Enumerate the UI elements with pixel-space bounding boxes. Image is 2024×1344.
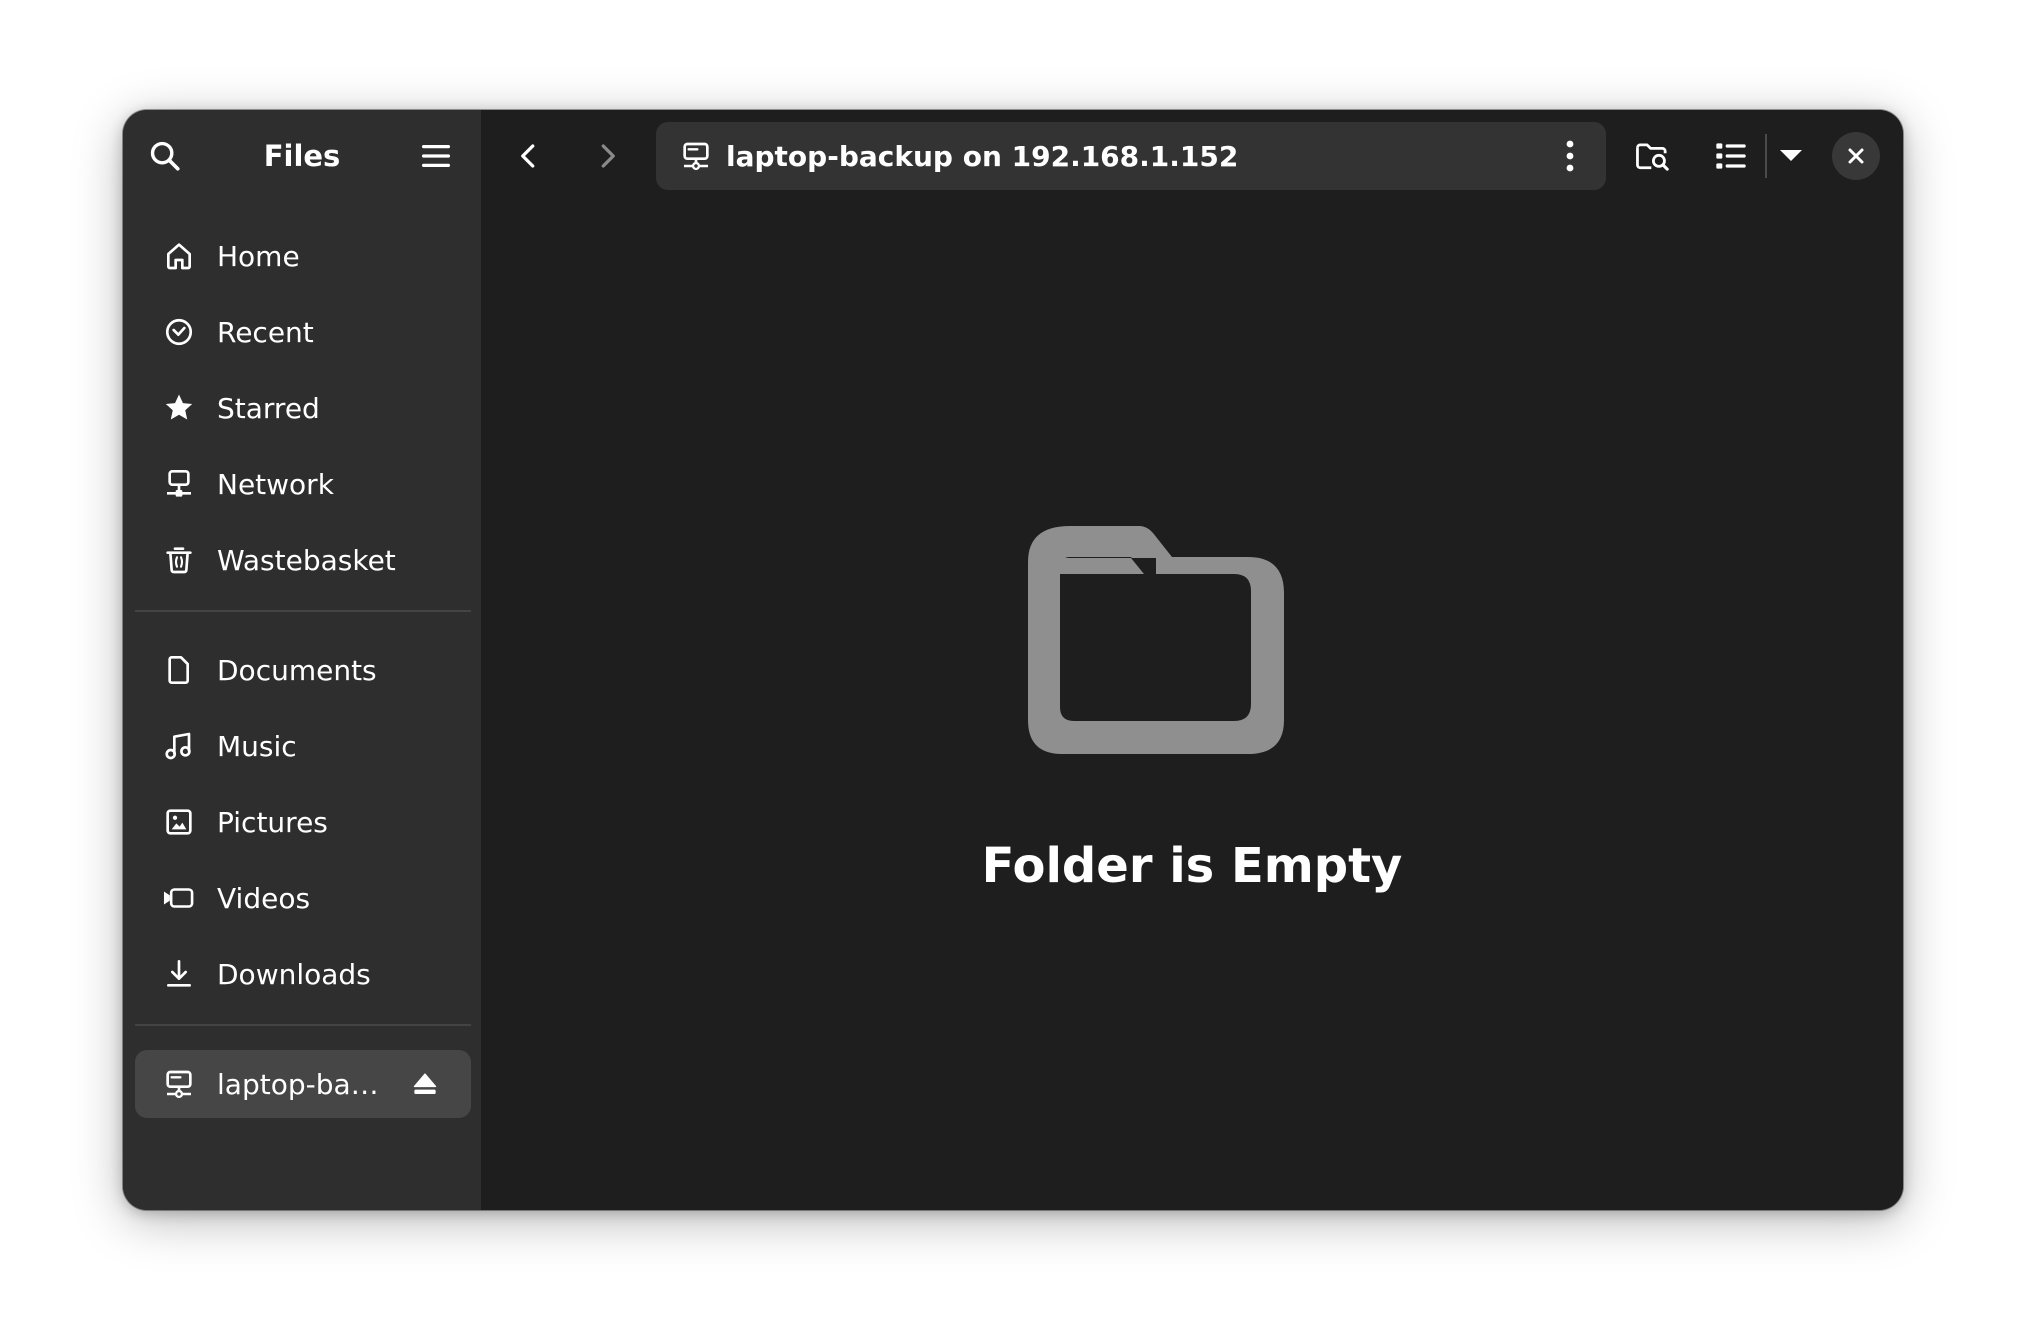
sidebar-item-label: Wastebasket	[217, 543, 396, 577]
download-icon	[161, 956, 197, 992]
sidebar-item-label: Documents	[217, 653, 377, 687]
document-icon	[161, 652, 197, 688]
network-icon	[161, 466, 197, 502]
sidebar-separator	[135, 1024, 471, 1026]
sidebar-item-home[interactable]: Home	[135, 222, 471, 290]
star-icon	[161, 390, 197, 426]
sidebar-item-label: laptop-ba…	[217, 1067, 379, 1101]
sidebar-item-label: Network	[217, 467, 334, 501]
picture-icon	[161, 804, 197, 840]
sidebar-item-label: Videos	[217, 881, 311, 915]
home-icon	[161, 238, 197, 274]
sidebar-item-label: Music	[217, 729, 297, 763]
network-server-icon	[161, 1066, 197, 1102]
sidebar-item-music[interactable]: Music	[135, 712, 471, 780]
main-content: laptop-backup on 192.168.1.152 Folder is…	[481, 110, 1903, 1210]
sidebar-header: Files	[123, 110, 481, 202]
sidebar-separator	[135, 610, 471, 612]
trash-icon	[161, 542, 197, 578]
empty-state: Folder is Empty	[481, 110, 1903, 1210]
sidebar-item-recent[interactable]: Recent	[135, 298, 471, 366]
sidebar-item-starred[interactable]: Starred	[135, 374, 471, 442]
hamburger-menu-icon	[422, 145, 450, 167]
sidebar: Files Home Recent Starred Network Wasteb…	[123, 110, 481, 1210]
folder-icon	[1028, 526, 1284, 754]
clock-icon	[161, 314, 197, 350]
files-window: Files Home Recent Starred Network Wasteb…	[123, 110, 1903, 1210]
sidebar-item-label: Home	[217, 239, 300, 273]
music-icon	[161, 728, 197, 764]
sidebar-item-downloads[interactable]: Downloads	[135, 940, 471, 1008]
sidebar-item-wastebasket[interactable]: Wastebasket	[135, 526, 471, 594]
sidebar-places-list: Home Recent Starred Network Wastebasket …	[135, 222, 471, 1126]
sidebar-item-network[interactable]: Network	[135, 450, 471, 518]
sidebar-item-laptop-backup[interactable]: laptop-ba…	[135, 1050, 471, 1118]
sidebar-item-label: Downloads	[217, 957, 371, 991]
sidebar-item-pictures[interactable]: Pictures	[135, 788, 471, 856]
search-icon	[150, 141, 180, 171]
sidebar-item-label: Recent	[217, 315, 314, 349]
sidebar-item-videos[interactable]: Videos	[135, 864, 471, 932]
sidebar-item-label: Pictures	[217, 805, 328, 839]
sidebar-item-documents[interactable]: Documents	[135, 636, 471, 704]
eject-icon[interactable]	[407, 1066, 443, 1102]
sidebar-item-label: Starred	[217, 391, 320, 425]
main-menu-button[interactable]	[406, 126, 466, 186]
empty-state-title: Folder is Empty	[981, 838, 1403, 894]
video-icon	[161, 880, 197, 916]
search-button[interactable]	[135, 126, 195, 186]
